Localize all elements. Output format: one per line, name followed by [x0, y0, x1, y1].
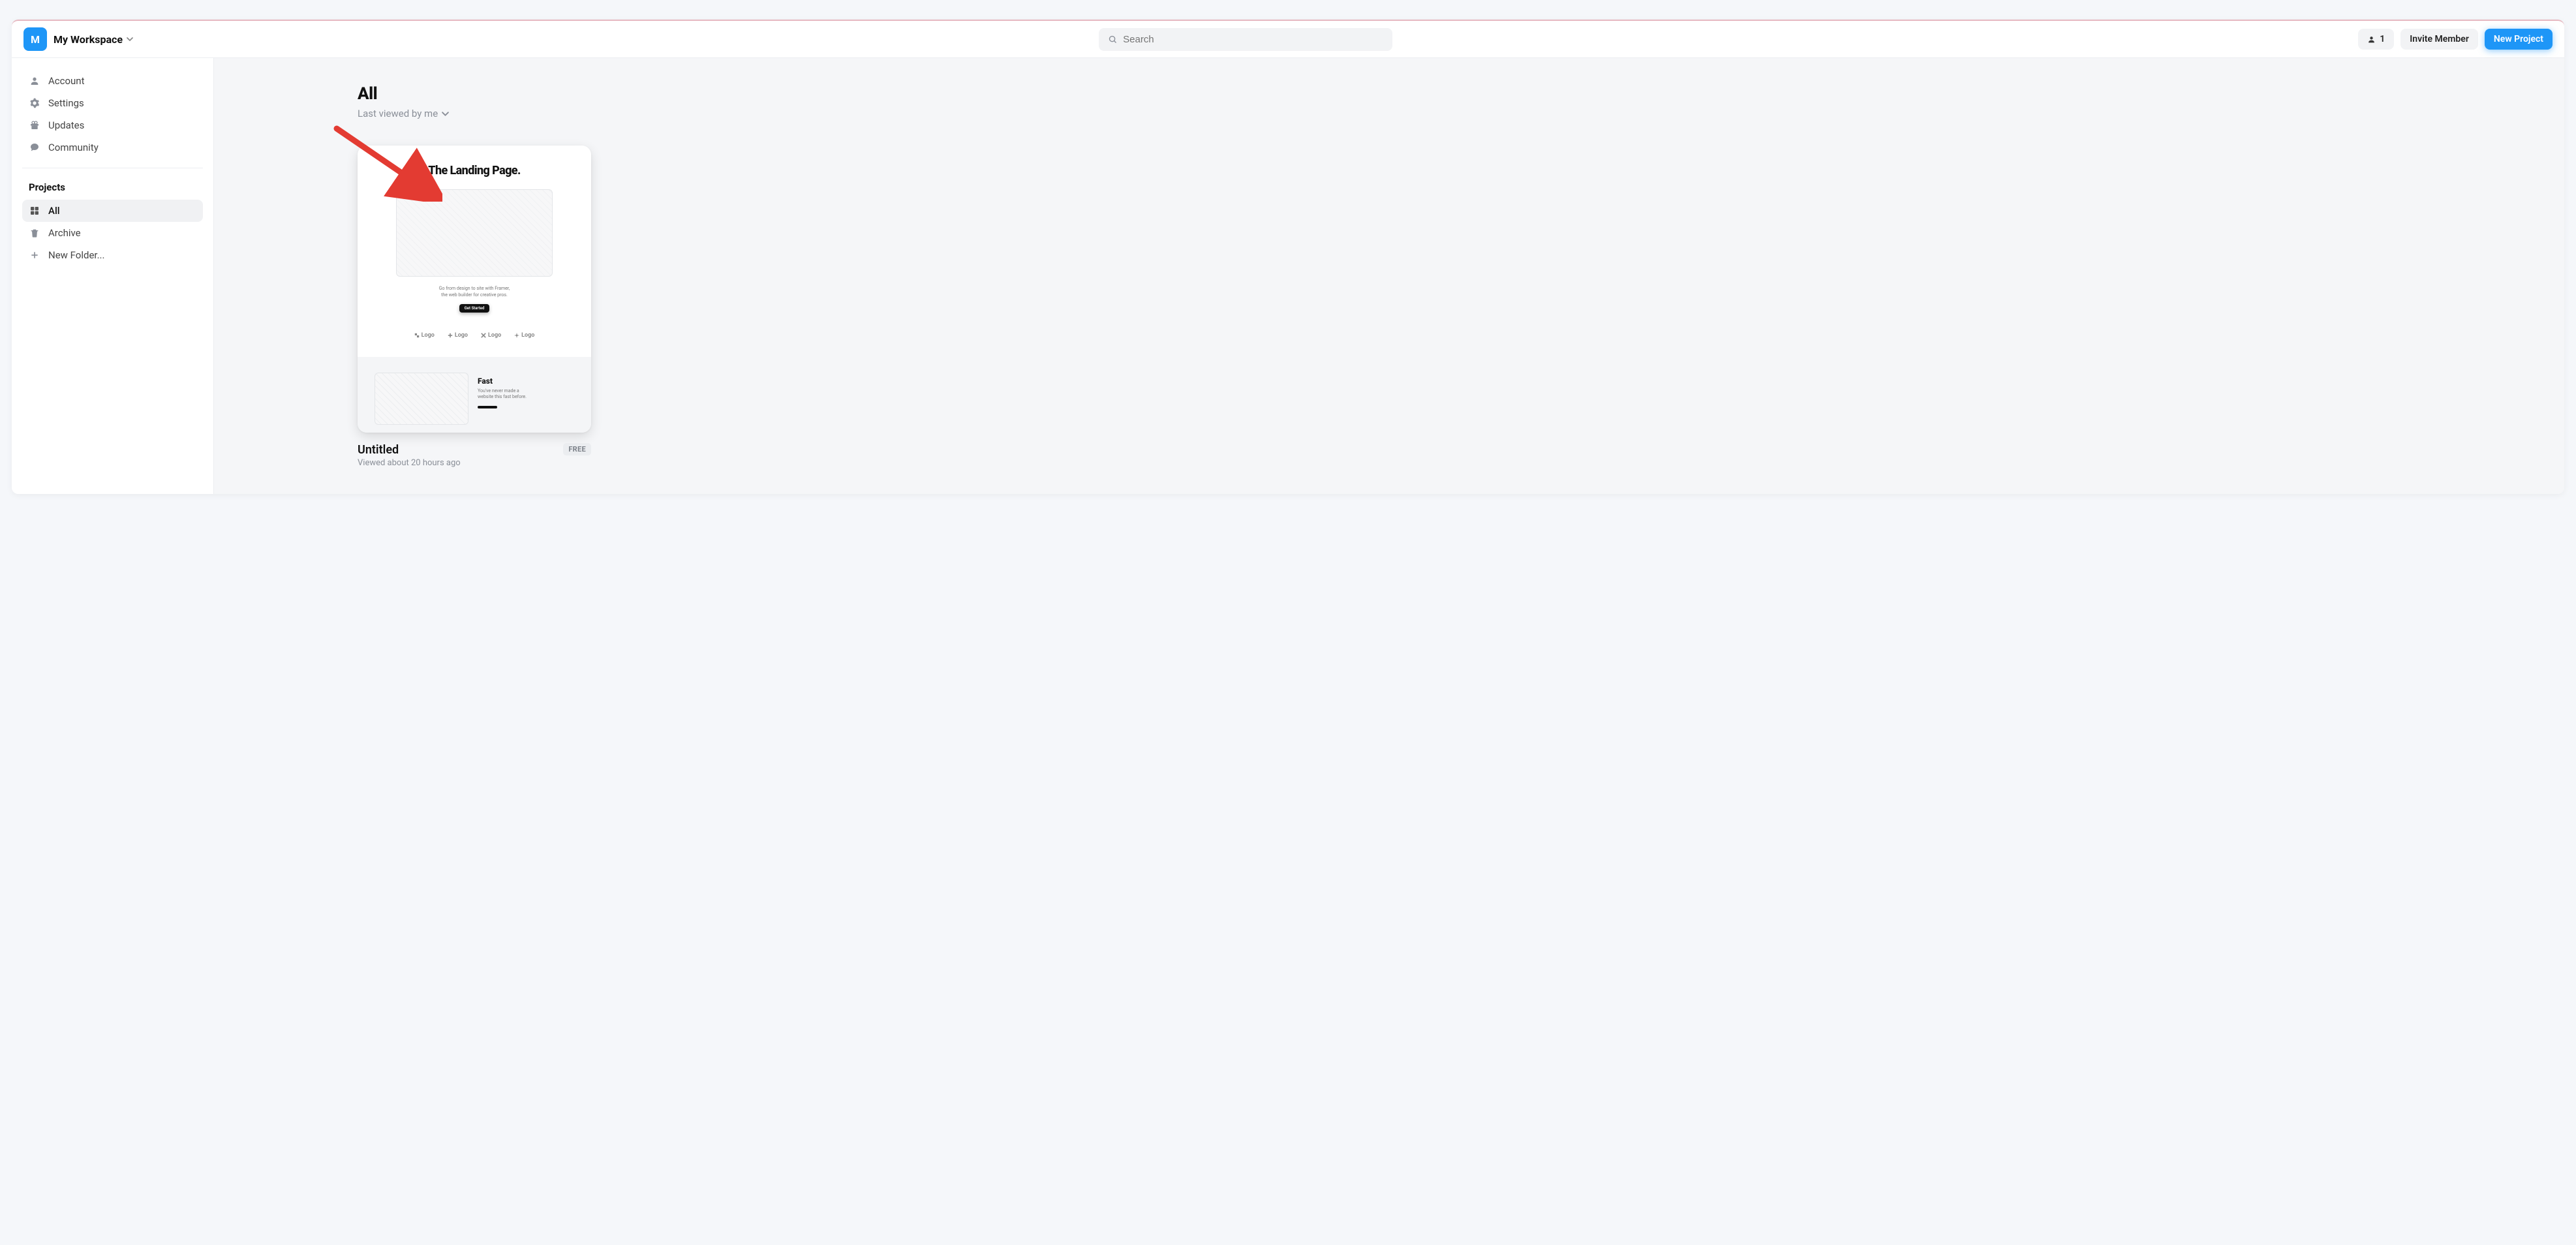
plus-icon	[29, 250, 40, 260]
thumb-feature-image	[375, 373, 468, 425]
sidebar-item-updates[interactable]: Updates	[22, 114, 203, 136]
user-icon	[29, 76, 40, 86]
sidebar-item-community[interactable]: Community	[22, 136, 203, 159]
header: M My Workspace	[12, 21, 2564, 58]
sort-label: Last viewed by me	[358, 108, 438, 119]
workspace-switcher[interactable]: My Workspace	[54, 33, 133, 46]
project-thumbnail: The Landing Page. Go from design to site…	[358, 146, 591, 433]
member-count-button[interactable]: 1	[2358, 29, 2394, 50]
thumb-cta-button: Get Started	[459, 304, 490, 313]
chevron-down-icon	[442, 110, 449, 117]
sidebar-item-label: All	[48, 205, 60, 217]
search-field[interactable]	[1123, 34, 1383, 45]
thumb-feature-text: You've never made a website this fast be…	[478, 388, 527, 401]
sidebar-item-label: Archive	[48, 227, 81, 239]
thumb-heading: The Landing Page.	[428, 164, 520, 177]
chat-icon	[29, 142, 40, 153]
sidebar: Account Settings Updates	[12, 58, 214, 494]
member-count-value: 1	[2380, 34, 2385, 44]
workspace-name: My Workspace	[54, 33, 123, 46]
thumb-placeholder-image	[396, 189, 553, 277]
grid-icon	[29, 206, 40, 216]
sort-dropdown[interactable]: Last viewed by me	[358, 108, 2421, 119]
thumb-feature-bar	[478, 406, 497, 408]
plan-badge: FREE	[563, 443, 591, 455]
sidebar-item-label: Updates	[48, 119, 84, 131]
gift-icon	[29, 120, 40, 131]
page-title: All	[358, 84, 2421, 104]
thumb-feature-heading: Fast	[478, 377, 527, 386]
gear-icon	[29, 98, 40, 108]
sidebar-item-label: Account	[48, 75, 85, 87]
sidebar-item-label: Community	[48, 142, 99, 153]
search-icon	[1108, 35, 1118, 44]
trash-icon	[29, 228, 40, 238]
new-project-label: New Project	[2494, 34, 2543, 44]
invite-member-button[interactable]: Invite Member	[2400, 29, 2478, 50]
new-project-button[interactable]: New Project	[2485, 29, 2553, 50]
sidebar-item-new-folder[interactable]: New Folder...	[22, 244, 203, 266]
workspace-logo: M	[23, 27, 47, 51]
sidebar-item-all[interactable]: All	[22, 200, 203, 222]
search-input[interactable]	[1099, 28, 1392, 51]
thumb-logo-row: Logo Logo Logo Logo	[414, 332, 535, 339]
app-window: M My Workspace	[12, 20, 2564, 494]
main-content: All Last viewed by me The Landing Page. …	[214, 58, 2564, 494]
sidebar-item-account[interactable]: Account	[22, 70, 203, 92]
sidebar-projects-heading: Projects	[22, 177, 203, 200]
sidebar-item-settings[interactable]: Settings	[22, 92, 203, 114]
project-title: Untitled	[358, 443, 461, 457]
sidebar-item-archive[interactable]: Archive	[22, 222, 203, 244]
sidebar-item-label: New Folder...	[48, 249, 104, 261]
thumb-subtext: Go from design to site with Framer, the …	[439, 286, 510, 299]
user-icon	[2367, 35, 2376, 44]
sidebar-item-label: Settings	[48, 97, 84, 109]
project-subtitle: Viewed about 20 hours ago	[358, 458, 461, 468]
chevron-down-icon	[127, 36, 133, 42]
invite-member-label: Invite Member	[2410, 34, 2469, 44]
project-card[interactable]: The Landing Page. Go from design to site…	[358, 146, 591, 468]
